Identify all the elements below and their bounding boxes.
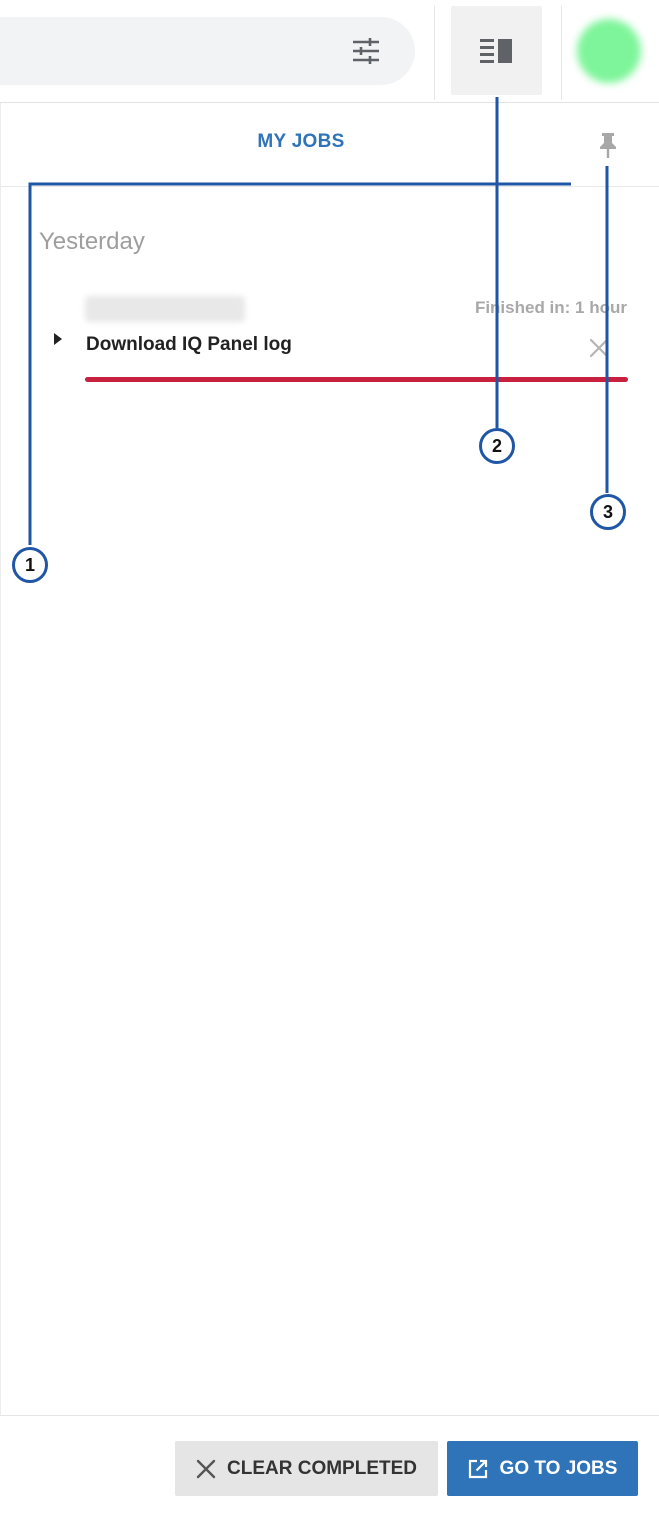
top-bar	[0, 0, 659, 103]
pin-icon[interactable]	[597, 131, 619, 159]
expand-arrow-icon[interactable]	[53, 332, 63, 346]
group-label-yesterday: Yesterday	[39, 228, 145, 255]
tab-my-jobs[interactable]: MY JOBS	[201, 131, 401, 153]
panel-toggle-button[interactable]	[451, 6, 542, 95]
close-icon[interactable]	[588, 337, 610, 359]
callout-2: 2	[479, 428, 515, 464]
job-duration: Finished in: 1 hour	[474, 298, 627, 317]
panel-toggle-icon	[480, 39, 512, 63]
job-name: Download IQ Panel log	[86, 334, 292, 355]
go-to-jobs-label: GO TO JOBS	[499, 1457, 618, 1479]
screen: MY JOBS Yesterday Finished in: 1 hour Do…	[0, 0, 659, 1515]
clear-completed-button[interactable]: CLEAR COMPLETED	[175, 1441, 438, 1496]
panel-header: MY JOBS	[1, 103, 659, 187]
open-external-icon	[468, 1459, 487, 1478]
job-progress-bar	[85, 377, 628, 382]
toolbar-divider	[561, 6, 562, 100]
go-to-jobs-button[interactable]: GO TO JOBS	[447, 1441, 638, 1496]
jobs-panel: MY JOBS Yesterday Finished in: 1 hour Do…	[0, 103, 659, 1415]
callout-1: 1	[12, 547, 48, 583]
close-icon	[196, 1459, 216, 1478]
job-timestamp-redacted	[85, 296, 245, 322]
callout-3: 3	[590, 494, 626, 530]
filter-icon[interactable]	[352, 38, 380, 64]
job-item[interactable]: Finished in: 1 hour Download IQ Panel lo…	[1, 288, 659, 393]
toolbar-divider	[434, 6, 435, 100]
clear-completed-label: CLEAR COMPLETED	[227, 1457, 417, 1479]
avatar[interactable]	[577, 19, 641, 83]
panel-footer: CLEAR COMPLETED GO TO JOBS	[0, 1415, 659, 1515]
